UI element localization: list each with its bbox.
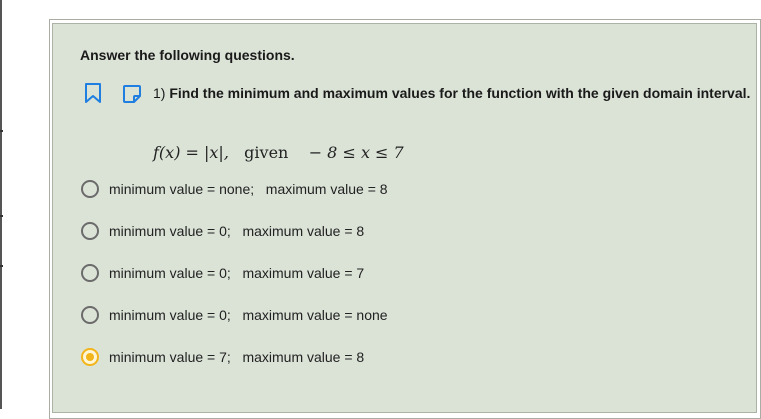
answer-option-label: minimum value = 0; maximum value = 7 bbox=[109, 265, 365, 281]
answer-option-label: minimum value = 7; maximum value = 8 bbox=[109, 349, 365, 365]
left-edge-rule bbox=[0, 0, 2, 409]
bookmark-icon[interactable] bbox=[84, 82, 102, 104]
answer-option[interactable]: minimum value = none; maximum value = 8 bbox=[81, 177, 388, 201]
instruction-text: Answer the following questions. bbox=[80, 47, 295, 63]
left-edge-tick bbox=[0, 265, 3, 267]
radio-button[interactable] bbox=[81, 222, 99, 240]
radio-button[interactable] bbox=[81, 264, 99, 282]
formula-given: given bbox=[244, 143, 289, 162]
radio-button[interactable] bbox=[81, 180, 99, 198]
answer-option[interactable]: minimum value = 0; maximum value = 8 bbox=[81, 219, 364, 243]
formula-lhs: f(x) = |x|, bbox=[153, 143, 229, 162]
question-prompt: 1) Find the minimum and maximum values f… bbox=[153, 85, 750, 101]
answer-option-label: minimum value = 0; maximum value = none bbox=[109, 307, 388, 323]
answer-option-label: minimum value = 0; maximum value = 8 bbox=[109, 223, 365, 239]
radio-button-selected[interactable] bbox=[81, 348, 99, 366]
question-number: 1) bbox=[153, 85, 166, 101]
answer-option[interactable]: minimum value = 0; maximum value = 7 bbox=[81, 261, 364, 285]
formula-domain: − 8 ≤ x ≤ 7 bbox=[308, 143, 404, 162]
radio-button[interactable] bbox=[81, 306, 99, 324]
question-text: Find the minimum and maximum values for … bbox=[169, 85, 751, 101]
function-formula: f(x) = |x|, given − 8 ≤ x ≤ 7 bbox=[153, 143, 404, 162]
answer-option-selected[interactable]: minimum value = 7; maximum value = 8 bbox=[81, 345, 364, 369]
left-edge-tick bbox=[0, 130, 3, 132]
answer-option-label: minimum value = none; maximum value = 8 bbox=[109, 181, 388, 197]
left-edge-tick bbox=[0, 215, 3, 217]
answer-option[interactable]: minimum value = 0; maximum value = none bbox=[81, 303, 388, 327]
note-icon[interactable] bbox=[121, 83, 143, 105]
